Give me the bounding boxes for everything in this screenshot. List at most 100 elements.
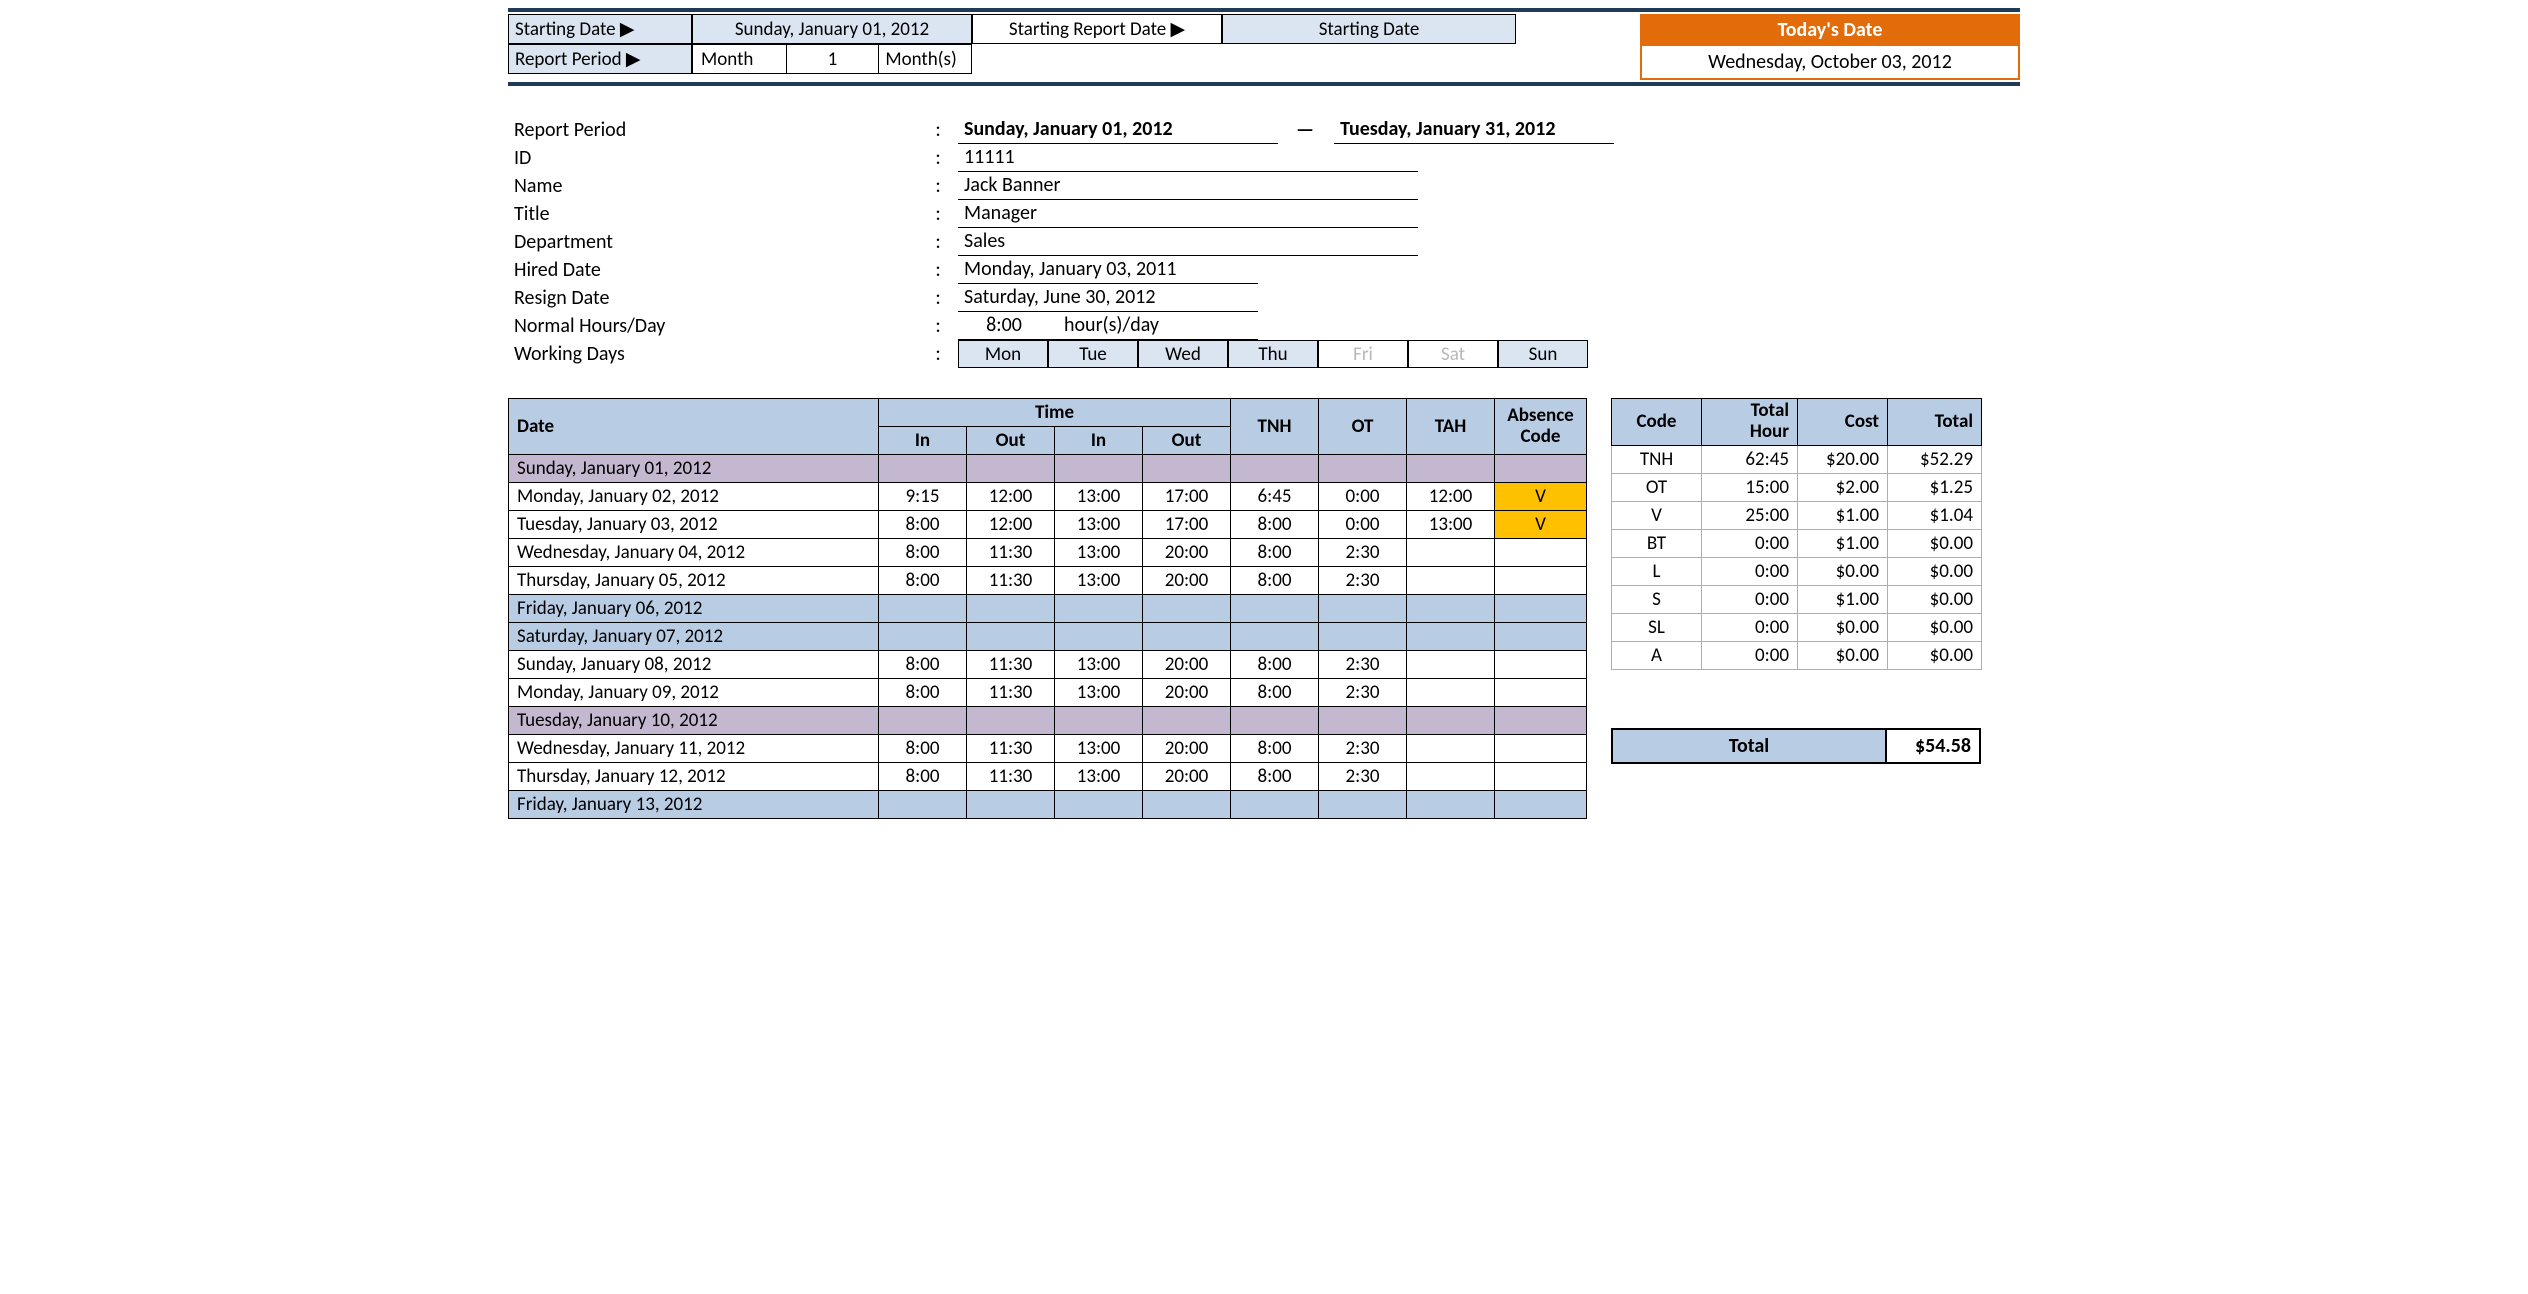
cell-date: Tuesday, January 03, 2012 bbox=[509, 511, 879, 539]
report-period-value[interactable]: Month 1 Month(s) bbox=[692, 44, 972, 74]
cell-date: Monday, January 09, 2012 bbox=[509, 679, 879, 707]
day-chip-thu[interactable]: Thu bbox=[1228, 340, 1318, 368]
cell-time: 11:30 bbox=[967, 763, 1055, 791]
cell-time: 8:00 bbox=[879, 679, 967, 707]
day-chip-mon[interactable]: Mon bbox=[958, 340, 1048, 368]
timesheet-table: Date Time TNH OT TAH Absence Code In Out… bbox=[508, 398, 1587, 819]
cell-ot: 0:00 bbox=[1319, 511, 1407, 539]
hired-date-label: Hired Date bbox=[508, 258, 918, 282]
cell-date: Monday, January 02, 2012 bbox=[509, 483, 879, 511]
cell-time bbox=[1055, 791, 1143, 819]
day-chip-wed[interactable]: Wed bbox=[1138, 340, 1228, 368]
th-in1: In bbox=[879, 427, 967, 455]
cell-ot bbox=[1319, 707, 1407, 735]
cell-time: 8:00 bbox=[879, 539, 967, 567]
cell-tah: 12:00 bbox=[1407, 483, 1495, 511]
summary-hour: 15:00 bbox=[1702, 473, 1798, 501]
top-controls: Starting Date ▶ Sunday, January 01, 2012… bbox=[508, 14, 2020, 80]
cell-absence bbox=[1495, 567, 1587, 595]
title-value: Manager bbox=[958, 201, 1418, 228]
cell-time: 8:00 bbox=[879, 651, 967, 679]
todays-date-value: Wednesday, October 03, 2012 bbox=[1640, 46, 2020, 80]
cell-ot bbox=[1319, 623, 1407, 651]
cell-time bbox=[967, 455, 1055, 483]
cell-time bbox=[879, 707, 967, 735]
cell-tnh: 8:00 bbox=[1231, 539, 1319, 567]
cell-time: 11:30 bbox=[967, 567, 1055, 595]
cell-date: Saturday, January 07, 2012 bbox=[509, 623, 879, 651]
cell-ot: 2:30 bbox=[1319, 651, 1407, 679]
summary-cost: $0.00 bbox=[1798, 557, 1888, 585]
th-date: Date bbox=[509, 399, 879, 455]
cell-absence bbox=[1495, 623, 1587, 651]
cell-time: 13:00 bbox=[1055, 539, 1143, 567]
summary-hour: 0:00 bbox=[1702, 529, 1798, 557]
cell-time: 13:00 bbox=[1055, 483, 1143, 511]
cell-ot: 2:30 bbox=[1319, 763, 1407, 791]
cell-time: 20:00 bbox=[1143, 567, 1231, 595]
summary-row: BT0:00$1.00$0.00 bbox=[1612, 529, 1982, 557]
cell-absence bbox=[1495, 595, 1587, 623]
cell-time: 8:00 bbox=[879, 735, 967, 763]
cell-date: Friday, January 13, 2012 bbox=[509, 791, 879, 819]
summary-cost: $0.00 bbox=[1798, 613, 1888, 641]
summary-total: $0.00 bbox=[1888, 613, 1982, 641]
table-row: Thursday, January 12, 20128:0011:3013:00… bbox=[509, 763, 1587, 791]
cell-time: 20:00 bbox=[1143, 735, 1231, 763]
cell-time: 8:00 bbox=[879, 511, 967, 539]
grand-total-label: Total bbox=[1611, 728, 1887, 764]
day-chip-sun[interactable]: Sun bbox=[1498, 340, 1588, 368]
cell-tnh bbox=[1231, 791, 1319, 819]
summary-hour: 0:00 bbox=[1702, 585, 1798, 613]
cell-tah bbox=[1407, 791, 1495, 819]
summary-total: $52.29 bbox=[1888, 445, 1982, 473]
th-time: Time bbox=[879, 399, 1231, 427]
report-period-suffix: Month(s) bbox=[878, 45, 971, 73]
report-period-qty[interactable]: 1 bbox=[786, 45, 879, 73]
cell-ot: 2:30 bbox=[1319, 679, 1407, 707]
cell-time: 13:00 bbox=[1055, 735, 1143, 763]
cell-tah bbox=[1407, 707, 1495, 735]
cell-absence bbox=[1495, 707, 1587, 735]
cell-time: 11:30 bbox=[967, 539, 1055, 567]
resign-date-value: Saturday, June 30, 2012 bbox=[958, 285, 1258, 312]
cell-tnh: 8:00 bbox=[1231, 567, 1319, 595]
cell-ot: 2:30 bbox=[1319, 735, 1407, 763]
report-period-unit[interactable]: Month bbox=[693, 45, 786, 73]
cell-tah bbox=[1407, 679, 1495, 707]
cell-time bbox=[879, 455, 967, 483]
cell-ot: 0:00 bbox=[1319, 483, 1407, 511]
th-total-hour: Total Hour bbox=[1702, 399, 1798, 446]
day-chip-tue[interactable]: Tue bbox=[1048, 340, 1138, 368]
cell-tnh: 8:00 bbox=[1231, 511, 1319, 539]
summary-code: SL bbox=[1612, 613, 1702, 641]
name-value: Jack Banner bbox=[958, 173, 1418, 200]
title-label: Title bbox=[508, 202, 918, 226]
cell-tah bbox=[1407, 735, 1495, 763]
day-chip-fri[interactable]: Fri bbox=[1318, 340, 1408, 368]
summary-row: S0:00$1.00$0.00 bbox=[1612, 585, 1982, 613]
working-days-label: Working Days bbox=[508, 342, 918, 366]
cell-time: 8:00 bbox=[879, 567, 967, 595]
cell-time: 9:15 bbox=[879, 483, 967, 511]
cell-tah: 13:00 bbox=[1407, 511, 1495, 539]
working-days-row: MonTueWedThuFriSatSun bbox=[958, 340, 1588, 368]
cell-date: Wednesday, January 11, 2012 bbox=[509, 735, 879, 763]
cell-date: Thursday, January 12, 2012 bbox=[509, 763, 879, 791]
report-period-label: Report Period ▶ bbox=[508, 44, 692, 74]
starting-date-value[interactable]: Sunday, January 01, 2012 bbox=[692, 14, 972, 44]
cell-tnh: 8:00 bbox=[1231, 679, 1319, 707]
summary-hour: 0:00 bbox=[1702, 557, 1798, 585]
day-chip-sat[interactable]: Sat bbox=[1408, 340, 1498, 368]
grand-total-value: $54.58 bbox=[1887, 728, 1981, 764]
starting-report-value[interactable]: Starting Date bbox=[1222, 14, 1516, 44]
summary-cost: $0.00 bbox=[1798, 641, 1888, 669]
cell-date: Friday, January 06, 2012 bbox=[509, 595, 879, 623]
report-period-info-label: Report Period bbox=[508, 118, 918, 142]
cell-tah bbox=[1407, 567, 1495, 595]
th-tnh: TNH bbox=[1231, 399, 1319, 455]
cell-absence: V bbox=[1495, 483, 1587, 511]
summary-total: $1.04 bbox=[1888, 501, 1982, 529]
cell-absence bbox=[1495, 735, 1587, 763]
report-period-from: Sunday, January 01, 2012 bbox=[958, 117, 1278, 144]
